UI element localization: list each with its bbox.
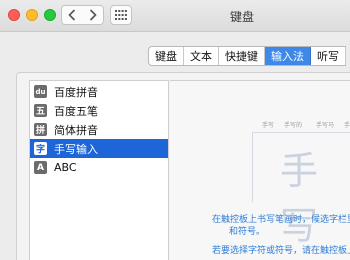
input-source-baidu-pinyin[interactable]: du 百度拼音 <box>30 82 168 101</box>
candidate-item: 手写 <box>344 121 350 129</box>
handwriting-icon: 字 <box>34 142 47 155</box>
back-button[interactable] <box>61 5 83 25</box>
tab-shortcuts[interactable]: 快捷键 <box>219 47 265 65</box>
forward-button[interactable] <box>82 5 104 25</box>
chevron-left-icon <box>68 9 76 21</box>
grid-icon <box>115 10 127 20</box>
tab-input-sources[interactable]: 输入法 <box>265 47 311 65</box>
wubi-icon: 五 <box>34 104 47 117</box>
show-all-button[interactable] <box>110 5 132 25</box>
input-source-simplified-pinyin[interactable]: 拼 简体拼音 <box>30 120 168 139</box>
candidate-item: 手写 <box>262 121 275 129</box>
input-source-label: 百度拼音 <box>54 85 98 99</box>
input-source-label: 百度五笔 <box>54 104 98 118</box>
input-source-baidu-wubi[interactable]: 五 百度五笔 <box>30 101 168 120</box>
pinyin-icon: 拼 <box>34 123 47 136</box>
candidate-item: 手写的 <box>284 121 303 129</box>
tab-keyboard[interactable]: 键盘 <box>149 47 184 65</box>
tab-text[interactable]: 文本 <box>184 47 219 65</box>
minimize-window-button[interactable] <box>26 9 38 21</box>
input-source-list: du 百度拼音 五 百度五笔 拼 简体拼音 字 手写输入 A ABC <box>29 80 169 260</box>
input-source-abc[interactable]: A ABC <box>30 158 168 177</box>
input-source-label: 手写输入 <box>54 142 98 156</box>
candidate-item: 手写马 <box>316 121 335 129</box>
title-bar: 键盘 <box>0 0 350 32</box>
input-source-label: ABC <box>54 161 77 174</box>
description-line: 和符号。 <box>229 227 266 237</box>
chevron-right-icon <box>89 9 97 21</box>
abc-icon: A <box>34 161 47 174</box>
tab-bar: 键盘 文本 快捷键 输入法 听写 <box>148 46 346 66</box>
input-source-label: 简体拼音 <box>54 123 98 137</box>
description-line: 若要选择字符或符号，请在触控板上 <box>212 246 350 256</box>
candidate-bar: 手写 手写的 手写马 手写 <box>254 118 350 130</box>
zoom-window-button[interactable] <box>44 9 56 21</box>
close-window-button[interactable] <box>8 9 20 21</box>
input-source-handwriting[interactable]: 字 手写输入 <box>30 139 168 158</box>
description-line: 在触控板上书写笔画时，候选字栏里 <box>212 215 350 225</box>
window-title: 键盘 <box>230 10 255 24</box>
baidu-du-icon: du <box>34 85 47 98</box>
tab-dictation[interactable]: 听写 <box>311 47 346 65</box>
